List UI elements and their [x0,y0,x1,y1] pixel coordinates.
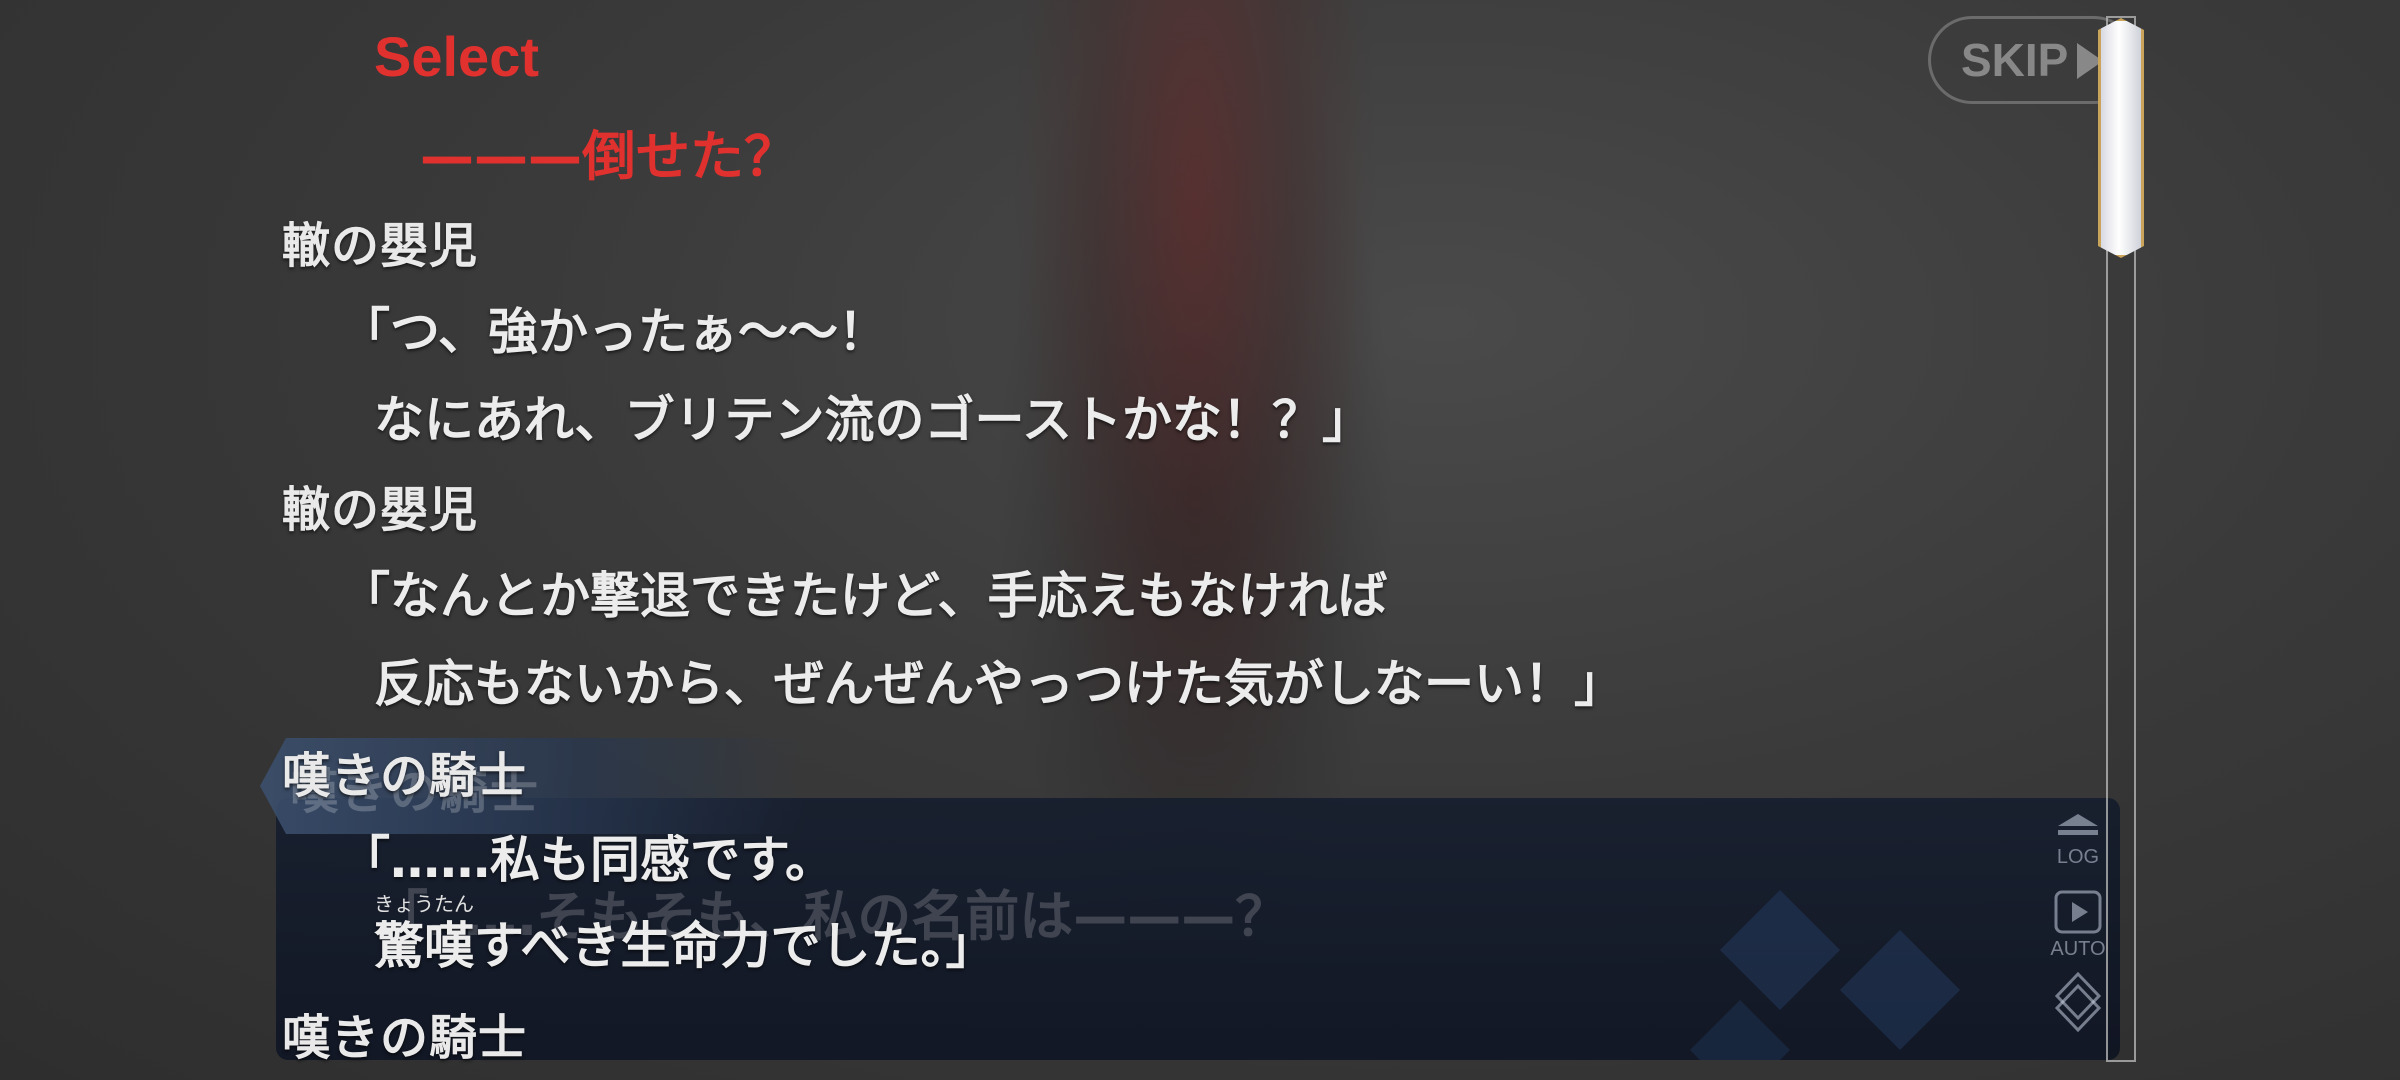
log-scrollbar-thumb[interactable] [2098,18,2144,258]
log-text: 「なんとか撃退できたけど、手応えもなければ [340,567,1388,625]
log-text: 反応もないから、ぜんぜんやっつけた気がしなーい！」 [374,655,1624,713]
log-speaker: 轍の嬰児 [282,218,479,274]
select-title: Select [374,25,539,88]
log-speaker: 嘆きの騎士 [282,1010,528,1066]
log-speaker: 轍の嬰児 [282,482,479,538]
log-text: なにあれ、ブリテン流のゴーストかな！？」 [374,391,1372,449]
log-speaker: 嘆きの騎士 [282,748,528,804]
log-text: 「つ、強かったぁ〜〜！ [340,303,888,361]
skip-label: SKIP [1961,34,2069,86]
log-text: 「……私も同感です。 [340,831,835,889]
select-choice[interactable]: ———倒せた？ [420,112,798,191]
backlog[interactable]: Select ———倒せた？ 轍の嬰児 「つ、強かったぁ〜〜！ なにあれ、ブリテ… [0,0,2100,1080]
log-text: 驚嘆すべき生命力でした。」 [374,917,996,975]
